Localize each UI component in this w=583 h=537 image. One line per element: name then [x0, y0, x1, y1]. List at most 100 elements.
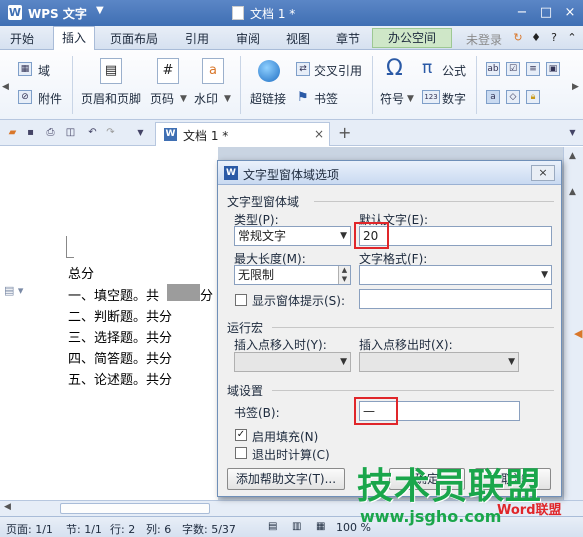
open-folder-icon[interactable]: ▰ — [6, 126, 19, 139]
hint-text-input[interactable] — [359, 289, 552, 309]
ribbon-collapse-icon[interactable]: ⌃ — [566, 32, 578, 44]
scroll-left-icon[interactable]: ◀ — [4, 502, 11, 512]
menu-insert[interactable]: 插入 — [53, 26, 95, 50]
cross-reference-button[interactable]: 交叉引用 — [314, 62, 362, 79]
customize-toolbar-icon[interactable]: ▼ — [134, 126, 147, 139]
web-view-icon[interactable]: ▥ — [292, 521, 301, 532]
protect-form-icon[interactable]: 🔒︎ — [526, 90, 540, 104]
attachment-icon: ⊘ — [18, 90, 32, 104]
highlight-default-text — [354, 222, 389, 249]
menu-references[interactable]: 引用 — [185, 30, 209, 47]
add-help-text-button[interactable]: 添加帮助文字(T)... — [227, 468, 345, 490]
chevron-down-icon: ▼ — [340, 231, 347, 241]
refresh-icon[interactable]: ↻ — [512, 32, 524, 44]
entry-macro-select[interactable]: ▼ — [234, 352, 351, 372]
bookmark-label: 书签(B): — [234, 406, 280, 420]
horizontal-scroll-thumb[interactable] — [60, 503, 210, 514]
close-window-button[interactable]: × — [558, 3, 582, 23]
save-icon[interactable]: ▪ — [24, 126, 37, 139]
side-panel-toggle-icon[interactable]: ◀ — [574, 327, 582, 340]
text-form-field[interactable] — [167, 284, 200, 301]
group-divider — [272, 390, 554, 391]
text-format-select[interactable]: ▼ — [359, 265, 552, 285]
ribbon-separator — [240, 56, 241, 114]
menu-page-layout[interactable]: 页面布局 — [110, 30, 158, 47]
calc-on-exit-label: 退出时计算(C) — [252, 448, 330, 462]
field-button[interactable]: 域 — [38, 62, 50, 79]
redo-icon[interactable]: ↷ — [104, 126, 117, 139]
maximize-button[interactable]: □ — [534, 3, 558, 23]
watermark-button[interactable]: 水印 — [194, 90, 218, 107]
exit-macro-select[interactable]: ▼ — [359, 352, 519, 372]
menu-review[interactable]: 审阅 — [236, 30, 260, 47]
menu-home[interactable]: 开始 — [10, 30, 34, 47]
scroll-up-icon[interactable]: ▲ — [569, 151, 576, 161]
text-form-field-icon[interactable]: ab — [486, 62, 500, 76]
print-icon[interactable]: ⎙ — [44, 126, 57, 139]
paragraph-layout-icon[interactable]: ▤ ▾ — [4, 284, 23, 297]
number-button[interactable]: 数字 — [442, 90, 466, 107]
skin-icon[interactable]: ♦ — [530, 32, 542, 44]
enable-fill-checkbox[interactable]: ✓ — [235, 429, 247, 441]
field-shading-icon[interactable]: a — [486, 90, 500, 104]
app-name[interactable]: WPS 文字 — [28, 5, 87, 22]
margin-corner-mark — [66, 236, 74, 258]
outline-view-icon[interactable]: ▦ — [316, 521, 325, 532]
watermark-url: www.jsgho.com — [360, 507, 502, 526]
omega-symbol-icon: Ω — [386, 56, 403, 81]
help-icon[interactable]: ? — [548, 32, 560, 44]
attachment-button[interactable]: 附件 — [38, 90, 62, 107]
watermark-dropdown-icon[interactable]: ▼ — [224, 94, 231, 104]
menu-view[interactable]: 视图 — [286, 30, 310, 47]
dropdown-form-field-icon[interactable]: ≡ — [526, 62, 540, 76]
formula-button[interactable]: 公式 — [442, 62, 466, 79]
scroll-up-icon[interactable]: ▲ — [569, 187, 576, 197]
text-form-field-options-dialog: W 文字型窗体域选项 × 文字型窗体域 类型(P): 常规文字 ▼ 默认文字(E)… — [217, 160, 562, 497]
calc-on-exit-checkbox[interactable] — [235, 447, 247, 459]
login-status[interactable]: 未登录 — [466, 31, 502, 48]
symbol-button[interactable]: 符号 — [380, 90, 404, 107]
menu-office-space[interactable]: 办公空间 — [372, 28, 452, 48]
highlight-bookmark — [354, 397, 398, 425]
ribbon-separator — [72, 56, 73, 114]
ribbon-scroll-left-icon[interactable]: ◀ — [2, 82, 9, 92]
tab-list-icon[interactable]: ▼ — [566, 126, 579, 139]
document-tab-label: 文档 1 * — [183, 129, 229, 143]
page-number-button[interactable]: 页码 — [150, 90, 174, 107]
page-view-icon[interactable]: ▤ — [268, 521, 277, 532]
dialog-close-button[interactable]: × — [531, 165, 555, 181]
ribbon-scroll-right-icon[interactable]: ▶ — [572, 82, 579, 92]
checkbox-form-field-icon[interactable]: ☑ — [506, 62, 520, 76]
dialog-title: 文字型窗体域选项 — [243, 168, 340, 182]
document-tab[interactable]: W 文档 1 * × — [155, 122, 330, 146]
bookmark-button[interactable]: 书签 — [314, 90, 338, 107]
print-preview-icon[interactable]: ◫ — [64, 126, 77, 139]
page-number-dropdown-icon[interactable]: ▼ — [180, 94, 187, 104]
group-divider — [314, 201, 554, 202]
menu-chapter[interactable]: 章节 — [336, 30, 360, 47]
doc-line-fill-suffix: 分 — [200, 289, 214, 304]
quick-access-bar: ▰ ▪ ⎙ ◫ ↶ ↷ ▼ W 文档 1 * × + ▼ — [0, 120, 583, 146]
status-section: 节: 1/1 — [66, 523, 102, 536]
close-tab-icon[interactable]: × — [314, 127, 324, 141]
new-tab-button[interactable]: + — [338, 123, 351, 142]
symbol-dropdown-icon[interactable]: ▼ — [407, 94, 414, 104]
undo-icon[interactable]: ↶ — [86, 126, 99, 139]
wps-logo-icon[interactable]: W — [8, 5, 22, 20]
max-length-input[interactable]: 无限制 ▲ ▼ — [234, 265, 351, 285]
type-select[interactable]: 常规文字 ▼ — [234, 226, 351, 246]
status-word-count[interactable]: 字数: 5/37 — [182, 521, 236, 537]
document-page[interactable]: ▤ ▾ 总分 一、填空题。共 分 二、判断题。共分 三、选择题。共分 四、简答题… — [0, 147, 218, 500]
ribbon-separator — [372, 56, 373, 114]
vertical-scrollbar[interactable]: ▲ ▲ ◀ — [563, 147, 583, 500]
spinner-arrows-icon[interactable]: ▲ ▼ — [338, 266, 350, 284]
header-footer-button[interactable]: 页眉和页脚 — [81, 90, 141, 107]
reset-form-icon[interactable]: ◇ — [506, 90, 520, 104]
doc-line-judge: 二、判断题。共分 — [68, 310, 173, 325]
hyperlink-button[interactable]: 超链接 — [250, 90, 286, 107]
show-hint-checkbox[interactable] — [235, 294, 247, 306]
app-menu-arrow-icon[interactable]: ▼ — [96, 5, 104, 16]
form-properties-icon[interactable]: ▣ — [546, 62, 560, 76]
wps-dialog-icon: W — [224, 166, 238, 180]
minimize-button[interactable]: − — [510, 3, 534, 23]
